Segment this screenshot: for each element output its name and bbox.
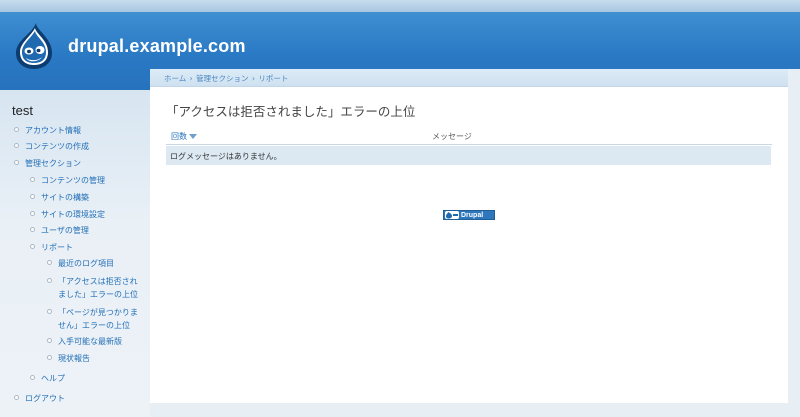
leaf-bullet-icon [47,260,52,265]
sidebar-item-label: アカウント情報 [25,126,81,135]
sidebar-item-create-content[interactable]: コンテンツの作成 [14,140,89,153]
leaf-bullet-icon [14,395,19,400]
leaf-bullet-icon [47,309,52,314]
sidebar-item-content-management[interactable]: コンテンツの管理 [30,174,105,187]
leaf-bullet-icon [47,278,52,283]
powered-by-drupal-badge[interactable]: Drupal [443,210,495,220]
sidebar-item-label: リポート [41,243,73,252]
sidebar-block-title: test [12,103,33,118]
sidebar-item-label: ヘルプ [41,374,65,383]
breadcrumb-administer[interactable]: 管理セクション [196,74,249,83]
breadcrumb-separator: › [189,74,193,83]
sidebar-item-label: サイトの環境設定 [41,210,105,219]
breadcrumb-home[interactable]: ホーム [164,74,186,83]
sidebar-item-recent-log[interactable]: 最近のログ項目 [47,257,158,270]
leaf-bullet-icon [30,375,35,380]
sidebar-item-account[interactable]: アカウント情報 [14,124,81,137]
breadcrumb: ホーム › 管理セクション › リポート [164,73,289,84]
sidebar-item-label: 現状報告 [58,354,90,363]
sidebar-item-page-not-found[interactable]: 「ページが見つかりません」エラーの上位 [47,306,138,332]
column-header-message: メッセージ [432,132,472,141]
sidebar-item-label: 「ページが見つかりません」エラーの上位 [58,308,138,330]
expanded-bullet-icon [30,244,35,249]
table-row: ログメッセージはありません。 [166,146,771,165]
breadcrumb-separator: › [251,74,255,83]
sidebar-item-status-report[interactable]: 現状報告 [47,352,158,365]
leaf-bullet-icon [30,211,35,216]
sidebar-item-access-denied[interactable]: 「アクセスは拒否されました」エラーの上位 [47,275,138,301]
drupal-drop-icon [445,211,459,219]
leaf-bullet-icon [14,127,19,132]
sidebar-item-label: 最近のログ項目 [58,259,114,268]
sidebar-item-site-configuration[interactable]: サイトの環境設定 [30,208,105,221]
expanded-bullet-icon [14,160,19,165]
leaf-bullet-icon [30,177,35,182]
sidebar-item-label: 「アクセスは拒否されました」エラーの上位 [58,277,138,299]
sidebar-item-label: 入手可能な最新版 [58,337,122,346]
breadcrumb-reports[interactable]: リポート [258,74,288,83]
main-content: ホーム › 管理セクション › リポート 「アクセスは拒否されました」エラーの上… [150,69,788,403]
page-title: 「アクセスは拒否されました」エラーの上位 [166,105,416,119]
column-header-count[interactable]: 回数 [171,131,187,142]
sidebar-item-user-management[interactable]: ユーザの管理 [30,224,89,237]
sidebar-item-label: コンテンツの作成 [25,142,89,151]
leaf-bullet-icon [30,227,35,232]
empty-message: ログメッセージはありません。 [170,152,282,161]
sidebar-item-label: サイトの構築 [41,193,89,202]
sidebar-item-label: コンテンツの管理 [41,176,105,185]
sidebar-item-administer[interactable]: 管理セクション [14,157,81,170]
sidebar-item-site-building[interactable]: サイトの構築 [30,191,89,204]
leaf-bullet-icon [47,338,52,343]
sidebar-item-label: ユーザの管理 [41,226,89,235]
top-strip [0,0,800,12]
sidebar-item-logout[interactable]: ログアウト [14,392,65,405]
sort-descending-icon[interactable] [189,134,197,139]
sidebar-item-label: ログアウト [25,394,65,403]
breadcrumb-bar: ホーム › 管理セクション › リポート [150,69,788,87]
leaf-bullet-icon [47,355,52,360]
right-margin [788,69,800,417]
sidebar-item-available-updates[interactable]: 入手可能な最新版 [47,335,158,348]
drupal-logo-icon[interactable] [14,22,54,70]
leaf-bullet-icon [30,194,35,199]
sidebar-item-reports[interactable]: リポート [30,241,73,254]
powered-by-label: Drupal [461,212,484,219]
site-name[interactable]: drupal.example.com [68,36,246,57]
table-header-divider [166,144,772,145]
sidebar-item-help[interactable]: ヘルプ [30,372,65,385]
sidebar-item-label: 管理セクション [25,159,81,168]
leaf-bullet-icon [14,143,19,148]
